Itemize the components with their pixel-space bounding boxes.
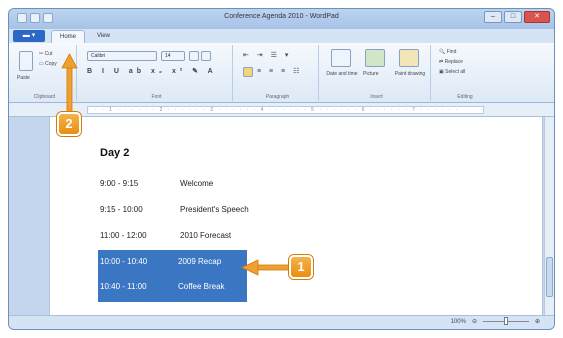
callout-badge-2: 2 (57, 112, 81, 136)
callout-arrow-2-head (61, 53, 78, 69)
callout-arrows (61, 53, 291, 276)
callout-arrow-1-head (241, 259, 259, 276)
callout-arrow-2-shaft (66, 64, 73, 116)
callout-badge-1: 1 (289, 255, 313, 279)
callout-arrow-1-shaft (255, 264, 291, 271)
